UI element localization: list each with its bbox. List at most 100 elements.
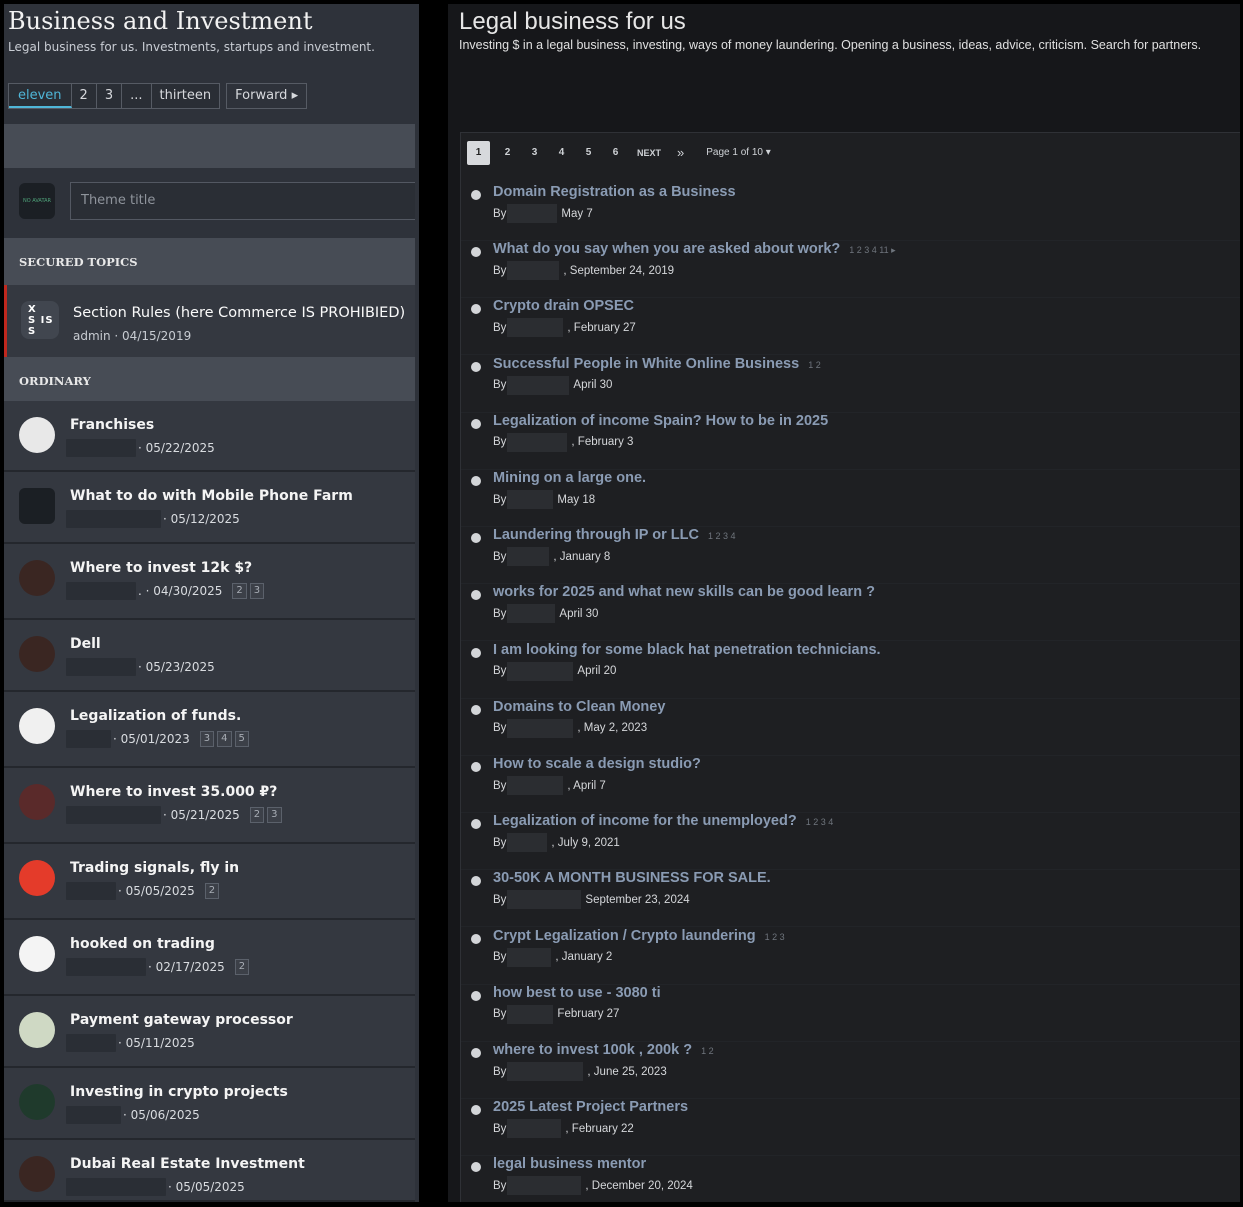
topic-title[interactable]: hooked on trading	[70, 936, 215, 952]
topic-title[interactable]: Investing in crypto projects	[70, 1084, 288, 1100]
topic-row[interactable]: Investing in crypto projects · 05/06/2025	[4, 1068, 415, 1140]
page-links: eleven 2 3 ... thirteen	[8, 83, 221, 109]
thread-row[interactable]: where to invest 100k , 200k ? 1 2 By , June…	[461, 1042, 1240, 1099]
thread-title-link[interactable]: 30-50K A MONTH BUSINESS FOR SALE.	[493, 870, 771, 886]
topic-page-link[interactable]: 5	[234, 731, 249, 747]
page-ellipsis[interactable]: ...	[122, 84, 152, 108]
thread-row[interactable]: Legalization of income for the unemploye…	[461, 813, 1240, 871]
thread-page-links[interactable]: 1 2	[808, 360, 821, 370]
thread-title-link[interactable]: I am looking for some black hat penetrat…	[493, 642, 881, 658]
page-button[interactable]: 5	[575, 141, 602, 165]
topic-title[interactable]: Franchises	[70, 417, 154, 433]
thread-title-link[interactable]: What do you say when you are asked about…	[493, 241, 840, 257]
thread-row[interactable]: How to scale a design studio? By , April 7	[461, 756, 1240, 813]
thread-row[interactable]: Mining on a large one. By May 18	[461, 470, 1240, 527]
page-link[interactable]: 3	[97, 84, 123, 108]
thread-row[interactable]: I am looking for some black hat penetrat…	[461, 642, 1240, 699]
thread-title-link[interactable]: Successful People in White Online Busine…	[493, 356, 799, 372]
pinned-topic-title[interactable]: Section Rules (here Commerce IS PROHIBIE…	[73, 305, 405, 321]
thread-page-links[interactable]: 1 2	[701, 1046, 714, 1056]
topic-title[interactable]: Payment gateway processor	[70, 1012, 293, 1028]
page-button[interactable]: 3	[521, 141, 548, 165]
topic-title[interactable]: Dubai Real Estate Investment	[70, 1156, 305, 1172]
topic-row[interactable]: hooked on trading · 02/17/2025 2	[4, 920, 415, 996]
author-redacted	[507, 261, 560, 281]
thread-row[interactable]: Domains to Clean Money By , May 2, 2023	[461, 699, 1240, 756]
thread-row[interactable]: Legalization of income Spain? How to be …	[461, 413, 1240, 470]
thread-date: September 23, 2024	[585, 893, 690, 906]
thread-page-links[interactable]: 1 2 3	[765, 932, 785, 942]
thread-row[interactable]: What do you say when you are asked about…	[461, 241, 1240, 299]
topic-row[interactable]: What to do with Mobile Phone Farm · 05/12…	[4, 472, 415, 544]
thread-row[interactable]: Crypto drain OPSEC By , February 27	[461, 298, 1240, 356]
topic-page-link[interactable]: 2	[232, 583, 247, 599]
by-label: By	[493, 321, 507, 334]
page-button[interactable]: 2	[494, 141, 521, 165]
author-redacted	[507, 318, 564, 338]
next-page-button[interactable]: NEXT	[629, 141, 669, 165]
topic-title[interactable]: Where to invest 12k $?	[70, 560, 252, 576]
page-button[interactable]: 6	[602, 141, 629, 165]
thread-title-link[interactable]: Crypto drain OPSEC	[493, 298, 634, 314]
topic-row[interactable]: Where to invest 12k $? . · 04/30/2025 2 3	[4, 544, 415, 620]
topic-row[interactable]: Legalization of funds. · 05/01/2023 3 4 5	[4, 692, 415, 768]
topic-title[interactable]: Trading signals, fly in	[70, 860, 239, 876]
page-button-current[interactable]: 1	[467, 141, 490, 165]
thread-row[interactable]: works for 2025 and what new skills can b…	[461, 584, 1240, 642]
thread-row[interactable]: 30-50K A MONTH BUSINESS FOR SALE. By Septe…	[461, 870, 1240, 928]
thread-row[interactable]: Domain Registration as a Business By May 7	[461, 184, 1240, 241]
thread-title-link[interactable]: Domain Registration as a Business	[493, 184, 736, 200]
topic-page-link[interactable]: 3	[249, 583, 265, 599]
unread-dot-icon	[471, 990, 481, 1001]
last-page-button[interactable]: »	[669, 141, 692, 165]
topic-page-link[interactable]: 3	[199, 731, 215, 747]
page-button[interactable]: 4	[548, 141, 575, 165]
topic-page-link[interactable]: 3	[267, 807, 282, 823]
thread-title-link[interactable]: Mining on a large one.	[493, 470, 646, 486]
topic-row[interactable]: Dell · 05/23/2025	[4, 620, 415, 692]
topic-title[interactable]: Where to invest 35.000 ₽?	[70, 784, 277, 800]
theme-title-input[interactable]: Theme title	[70, 182, 415, 220]
topic-title[interactable]: Dell	[70, 636, 101, 652]
topic-row[interactable]: Payment gateway processor · 05/11/2025	[4, 996, 415, 1068]
topic-row[interactable]: Franchises · 05/22/2025	[4, 401, 415, 472]
topic-title[interactable]: What to do with Mobile Phone Farm	[70, 488, 353, 504]
thread-row[interactable]: Laundering through IP or LLC 1 2 3 4 By , J…	[461, 527, 1240, 585]
forward-button[interactable]: Forward ▸	[226, 83, 308, 109]
thread-page-links[interactable]: 1 2 3 4	[708, 531, 736, 541]
thread-page-links[interactable]: 1 2 3 4	[806, 817, 834, 827]
topic-row[interactable]: Dubai Real Estate Investment · 05/05/2025	[4, 1140, 415, 1202]
thread-title-link[interactable]: Crypt Legalization / Crypto laundering	[493, 928, 756, 944]
topic-row[interactable]: Trading signals, fly in · 05/05/2025 2	[4, 844, 415, 920]
page-link-last[interactable]: thirteen	[152, 84, 220, 108]
thread-row[interactable]: 2025 Latest Project Partners By , February…	[461, 1099, 1240, 1157]
thread-title-link[interactable]: works for 2025 and what new skills can b…	[493, 584, 875, 600]
topic-page-link[interactable]: 4	[217, 731, 232, 747]
page-link-current[interactable]: eleven	[9, 84, 72, 108]
by-label: By	[493, 1008, 507, 1021]
thread-date: , February 3	[571, 436, 634, 449]
thread-title-link[interactable]: Legalization of income Spain? How to be …	[493, 413, 828, 429]
topic-page-link[interactable]: 2	[204, 883, 220, 899]
thread-row[interactable]: how best to use - 3080 ti By February 27	[461, 985, 1240, 1042]
thread-title-link[interactable]: 2025 Latest Project Partners	[493, 1099, 688, 1115]
thread-title-link[interactable]: legal business mentor	[493, 1156, 646, 1172]
thread-title-link[interactable]: where to invest 100k , 200k ?	[493, 1042, 692, 1058]
thread-title-link[interactable]: Laundering through IP or LLC	[493, 527, 699, 543]
thread-title-link[interactable]: Domains to Clean Money	[493, 699, 665, 715]
thread-page-links[interactable]: 1 2 3 4 11 ▸	[849, 245, 895, 256]
thread-title-link[interactable]: how best to use - 3080 ti	[493, 985, 661, 1001]
author-redacted	[66, 730, 111, 748]
thread-row[interactable]: legal business mentor By , December 20, 20…	[461, 1156, 1240, 1202]
thread-row[interactable]: Crypt Legalization / Crypto laundering 1 …	[461, 928, 1240, 985]
thread-title-link[interactable]: Legalization of income for the unemploye…	[493, 813, 797, 829]
page-link[interactable]: 2	[72, 84, 97, 108]
topic-page-link[interactable]: 2	[249, 807, 265, 823]
pinned-topic-row[interactable]: XS IS S Section Rules (here Commerce IS P…	[4, 285, 415, 357]
topic-title[interactable]: Legalization of funds.	[70, 708, 241, 724]
topic-row[interactable]: Where to invest 35.000 ₽? · 05/21/2025 2 3	[4, 768, 415, 844]
thread-title-link[interactable]: How to scale a design studio?	[493, 756, 701, 772]
topic-page-link[interactable]: 2	[234, 959, 250, 975]
thread-row[interactable]: Successful People in White Online Busine…	[461, 356, 1240, 413]
page-jump-dropdown[interactable]: Page 1 of 10 ▾	[706, 141, 771, 165]
